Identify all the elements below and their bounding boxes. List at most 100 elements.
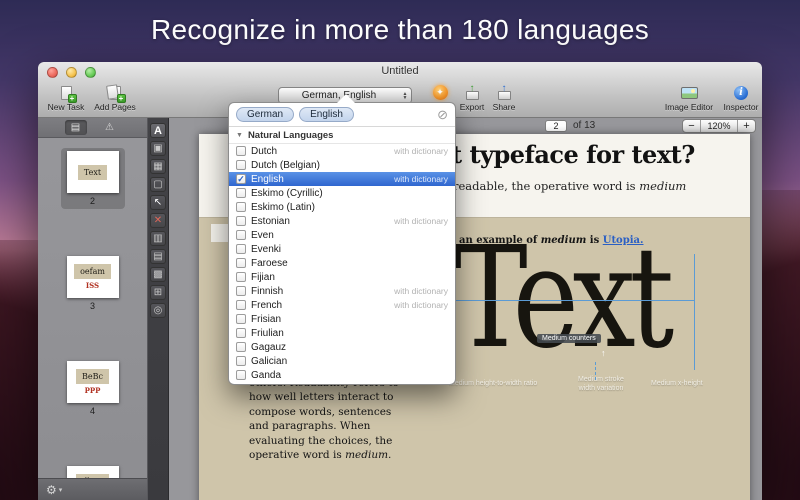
language-checkbox[interactable] xyxy=(236,370,246,380)
language-row[interactable]: Evenki xyxy=(229,242,455,256)
language-row[interactable]: ✓Englishwith dictionary xyxy=(229,172,455,186)
language-row[interactable]: Estonianwith dictionary xyxy=(229,214,455,228)
page-thumbnail[interactable]: Text2 xyxy=(61,148,125,209)
window-title: Untitled xyxy=(38,65,762,77)
language-popover: German English ⊘ ▼ Natural Languages Dutc… xyxy=(228,102,456,385)
dictionary-note: with dictionary xyxy=(394,286,448,296)
inspector-button[interactable]: Inspector xyxy=(718,84,762,112)
language-row[interactable]: Gagauz xyxy=(229,340,455,354)
language-checkbox[interactable] xyxy=(236,216,246,226)
thumbnail-image: oefamISS xyxy=(67,256,119,298)
language-name: Gagauz xyxy=(251,342,286,353)
pages-tab[interactable]: ▤ xyxy=(65,120,87,135)
selected-language-tokens: German English ⊘ xyxy=(229,103,455,127)
language-row[interactable]: Eskimo (Cyrillic) xyxy=(229,186,455,200)
language-name: Eskimo (Cyrillic) xyxy=(251,188,323,199)
table-area-tool[interactable]: ▦ xyxy=(150,159,166,174)
select-tool[interactable]: ↖ xyxy=(150,195,166,210)
warning-icon: ⚠ xyxy=(105,122,114,133)
text-area-tool[interactable]: A xyxy=(150,123,166,138)
language-row[interactable]: Galician xyxy=(229,354,455,368)
language-row[interactable]: Dutchwith dictionary xyxy=(229,144,455,158)
picture-area-tool[interactable]: ▣ xyxy=(150,141,166,156)
language-row[interactable]: Frenchwith dictionary xyxy=(229,298,455,312)
language-row[interactable]: Even xyxy=(229,228,455,242)
language-token[interactable]: German xyxy=(236,107,294,122)
language-name: French xyxy=(251,300,282,311)
sidebar-footer: ⚙ ▾ xyxy=(38,478,147,500)
language-checkbox[interactable] xyxy=(236,314,246,324)
zoom-out-button[interactable]: − xyxy=(683,120,700,132)
language-name: Evenki xyxy=(251,244,281,255)
titlebar: Untitled xyxy=(38,62,762,82)
page-thumbnail[interactable]: dbqpabg5 xyxy=(61,463,125,478)
language-checkbox[interactable] xyxy=(236,342,246,352)
document-body-text: others. Readability refers to how well l… xyxy=(249,376,399,463)
page-number-field[interactable]: 2 xyxy=(545,120,567,132)
language-row[interactable]: Faroese xyxy=(229,256,455,270)
language-row[interactable]: Finnishwith dictionary xyxy=(229,284,455,298)
page-thumbnail[interactable]: oefamISS3 xyxy=(61,253,125,314)
language-checkbox[interactable] xyxy=(236,258,246,268)
language-checkbox[interactable] xyxy=(236,230,246,240)
language-row[interactable]: Friulian xyxy=(229,326,455,340)
dictionary-note: with dictionary xyxy=(394,174,448,184)
language-name: Galician xyxy=(251,356,287,367)
language-checkbox[interactable] xyxy=(236,300,246,310)
language-checkbox[interactable] xyxy=(236,356,246,366)
delete-area-tool[interactable]: ✕ xyxy=(150,213,166,228)
zoom-level[interactable]: 120% xyxy=(700,120,738,132)
language-checkbox[interactable] xyxy=(236,286,246,296)
tool-strip: A ▣ ▦ ▢ ↖ ✕ ▥ ▤ ▩ ⊞ ◎ xyxy=(148,118,169,500)
language-row[interactable]: Fijian xyxy=(229,270,455,284)
language-name: Dutch (Belgian) xyxy=(251,160,320,171)
language-checkbox[interactable] xyxy=(236,160,246,170)
magnifier-tool[interactable]: ◎ xyxy=(150,303,166,318)
language-name: Eskimo (Latin) xyxy=(251,202,315,213)
image-editor-button[interactable]: Image Editor xyxy=(660,84,718,112)
language-name: Faroese xyxy=(251,258,288,269)
recognition-area-tool[interactable]: ▢ xyxy=(150,177,166,192)
warnings-tab[interactable]: ⚠ xyxy=(99,120,121,135)
page-thumbnail[interactable]: BeBcPPP 4 xyxy=(61,358,125,419)
language-checkbox[interactable] xyxy=(236,188,246,198)
document-subheading: readable, the operative word is medium xyxy=(453,179,686,193)
language-row[interactable]: Ganda xyxy=(229,368,455,382)
language-row[interactable]: Frisian xyxy=(229,312,455,326)
language-checkbox[interactable] xyxy=(236,202,246,212)
zoom-in-button[interactable]: + xyxy=(738,120,755,132)
image-editor-icon xyxy=(681,84,698,101)
language-token[interactable]: English xyxy=(299,107,354,122)
document-heading: t typeface for text? xyxy=(451,140,695,169)
thumbnail-list: Text2 oefamISS3 BeBcPPP 4 dbqpabg5 xyxy=(38,138,147,478)
language-checkbox[interactable] xyxy=(236,244,246,254)
thumbnail-page-number: 2 xyxy=(90,196,95,206)
add-pages-button[interactable]: Add Pages xyxy=(90,84,140,112)
dictionary-note: with dictionary xyxy=(394,146,448,156)
add-horizontal-separator-tool[interactable]: ▤ xyxy=(150,249,166,264)
export-icon: ↑ xyxy=(466,84,479,101)
clear-languages-button[interactable]: ⊘ xyxy=(437,108,448,121)
desktop-background: Recognize in more than 180 languages Unt… xyxy=(0,0,800,500)
language-section-header[interactable]: ▼ Natural Languages xyxy=(229,127,455,144)
new-task-icon xyxy=(61,84,72,101)
language-checkbox[interactable] xyxy=(236,272,246,282)
xheight-annotation: Medium x-height xyxy=(651,380,703,387)
share-button[interactable]: ↑ Share xyxy=(484,84,524,112)
thumbnail-image: BeBcPPP xyxy=(67,361,119,403)
language-name: Fijian xyxy=(251,272,275,283)
gear-icon[interactable]: ⚙ xyxy=(46,483,57,497)
chevron-down-icon: ▾ xyxy=(59,486,63,494)
new-task-button[interactable]: New Task xyxy=(44,84,88,112)
hero-headline: Recognize in more than 180 languages xyxy=(0,14,800,46)
delete-separator-tool[interactable]: ▩ xyxy=(150,267,166,282)
language-checkbox[interactable] xyxy=(236,146,246,156)
language-checkbox[interactable] xyxy=(236,328,246,338)
thumbnail-page-number: 4 xyxy=(90,406,95,416)
pages-icon: ▤ xyxy=(71,122,80,133)
language-checkbox[interactable]: ✓ xyxy=(236,174,246,184)
add-vertical-separator-tool[interactable]: ▥ xyxy=(150,231,166,246)
language-row[interactable]: Dutch (Belgian) xyxy=(229,158,455,172)
merge-cells-tool[interactable]: ⊞ xyxy=(150,285,166,300)
language-row[interactable]: Eskimo (Latin) xyxy=(229,200,455,214)
